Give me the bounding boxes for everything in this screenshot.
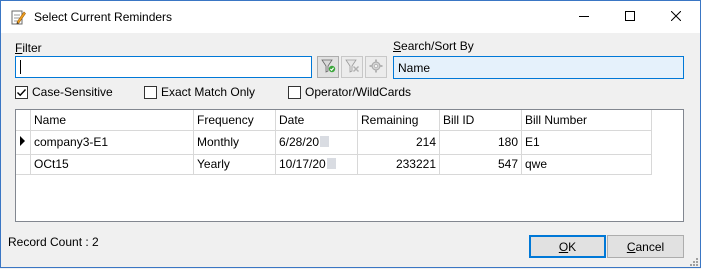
ok-button-label: OK	[558, 239, 577, 254]
cell-date-text: 10/17/20	[279, 157, 326, 171]
cell-remaining[interactable]: 214	[357, 130, 440, 155]
filter-options-button[interactable]	[365, 56, 387, 78]
reminders-grid[interactable]: Name Frequency Date Remaining Bill ID Bi…	[15, 109, 684, 222]
redacted-mark	[326, 158, 336, 169]
checkbox-box	[288, 85, 301, 99]
cell-name[interactable]: company3-E1	[30, 130, 194, 155]
header-row: Name Frequency Date Remaining Bill ID Bi…	[16, 110, 652, 131]
cell-frequency[interactable]: Yearly	[193, 154, 276, 175]
resize-grip[interactable]	[688, 255, 698, 266]
gear-icon	[368, 58, 384, 77]
column-header[interactable]: Date	[275, 110, 358, 131]
column-header[interactable]: Name	[30, 110, 194, 131]
window-title: Select Current Reminders	[34, 10, 173, 24]
checkbox-box	[15, 85, 28, 99]
column-header[interactable]: Bill ID	[439, 110, 522, 131]
row-pointer-icon	[20, 135, 25, 146]
case-sensitive-label: Case-Sensitive	[32, 85, 113, 99]
cell-date[interactable]: 6/28/20	[275, 130, 358, 155]
operator-wildcards-checkbox[interactable]: Operator/WildCards	[288, 85, 411, 99]
search-sort-field[interactable]: Name	[393, 56, 684, 79]
cancel-button-label: Cancel	[626, 239, 665, 254]
cell-date-text: 6/28/20	[279, 135, 320, 149]
exact-match-checkbox[interactable]: Exact Match Only	[144, 85, 255, 99]
filter-input[interactable]	[15, 56, 312, 78]
cell-remaining[interactable]: 233221	[357, 154, 440, 175]
cell-bill-number[interactable]: qwe	[521, 154, 652, 175]
filter-clear-button[interactable]	[341, 56, 363, 78]
minimize-icon	[579, 10, 589, 24]
notepad-pencil-icon	[10, 9, 26, 25]
filter-label: Filter	[15, 41, 42, 55]
text-caret	[20, 60, 21, 74]
exact-match-label: Exact Match Only	[161, 85, 256, 99]
ok-button[interactable]: OK	[529, 235, 606, 258]
operator-wildcards-label: Operator/WildCards	[305, 85, 412, 99]
funnel-clear-icon	[344, 58, 360, 77]
cell-bill-id[interactable]: 180	[439, 130, 522, 155]
filter-apply-button[interactable]	[317, 56, 339, 78]
close-button[interactable]	[653, 1, 699, 33]
current-row-indicator	[16, 130, 31, 155]
check-mark-icon	[17, 88, 27, 96]
column-header[interactable]: Bill Number	[521, 110, 652, 131]
dialog-window: Select Current Reminders Filter Search/S…	[0, 0, 701, 268]
cell-frequency[interactable]: Monthly	[193, 130, 276, 155]
funnel-apply-icon	[320, 58, 336, 77]
close-icon	[670, 10, 682, 24]
minimize-button[interactable]	[561, 1, 607, 33]
row-header-corner	[16, 110, 31, 131]
case-sensitive-checkbox[interactable]: Case-Sensitive	[15, 85, 113, 99]
cell-bill-number[interactable]: E1	[521, 130, 652, 155]
table-row[interactable]: company3-E1 Monthly 6/28/20 214 180 E1	[16, 130, 652, 155]
title-bar[interactable]: Select Current Reminders	[1, 1, 700, 33]
search-sort-label: Search/Sort By	[393, 39, 474, 53]
column-header[interactable]: Remaining	[357, 110, 440, 131]
cell-name[interactable]: OCt15	[30, 154, 194, 175]
cell-bill-id[interactable]: 547	[439, 154, 522, 175]
table-row[interactable]: OCt15 Yearly 10/17/20 233221 547 qwe	[16, 154, 652, 175]
maximize-button[interactable]	[607, 1, 653, 33]
checkbox-box	[144, 85, 157, 99]
cell-date[interactable]: 10/17/20	[275, 154, 358, 175]
redacted-mark	[320, 136, 330, 147]
row-indicator	[16, 154, 31, 175]
column-header[interactable]: Frequency	[193, 110, 276, 131]
maximize-icon	[625, 10, 635, 24]
reminders-table: Name Frequency Date Remaining Bill ID Bi…	[16, 110, 652, 175]
search-sort-value: Name	[398, 61, 431, 75]
record-count: Record Count : 2	[8, 235, 99, 249]
cancel-button[interactable]: Cancel	[607, 235, 684, 258]
